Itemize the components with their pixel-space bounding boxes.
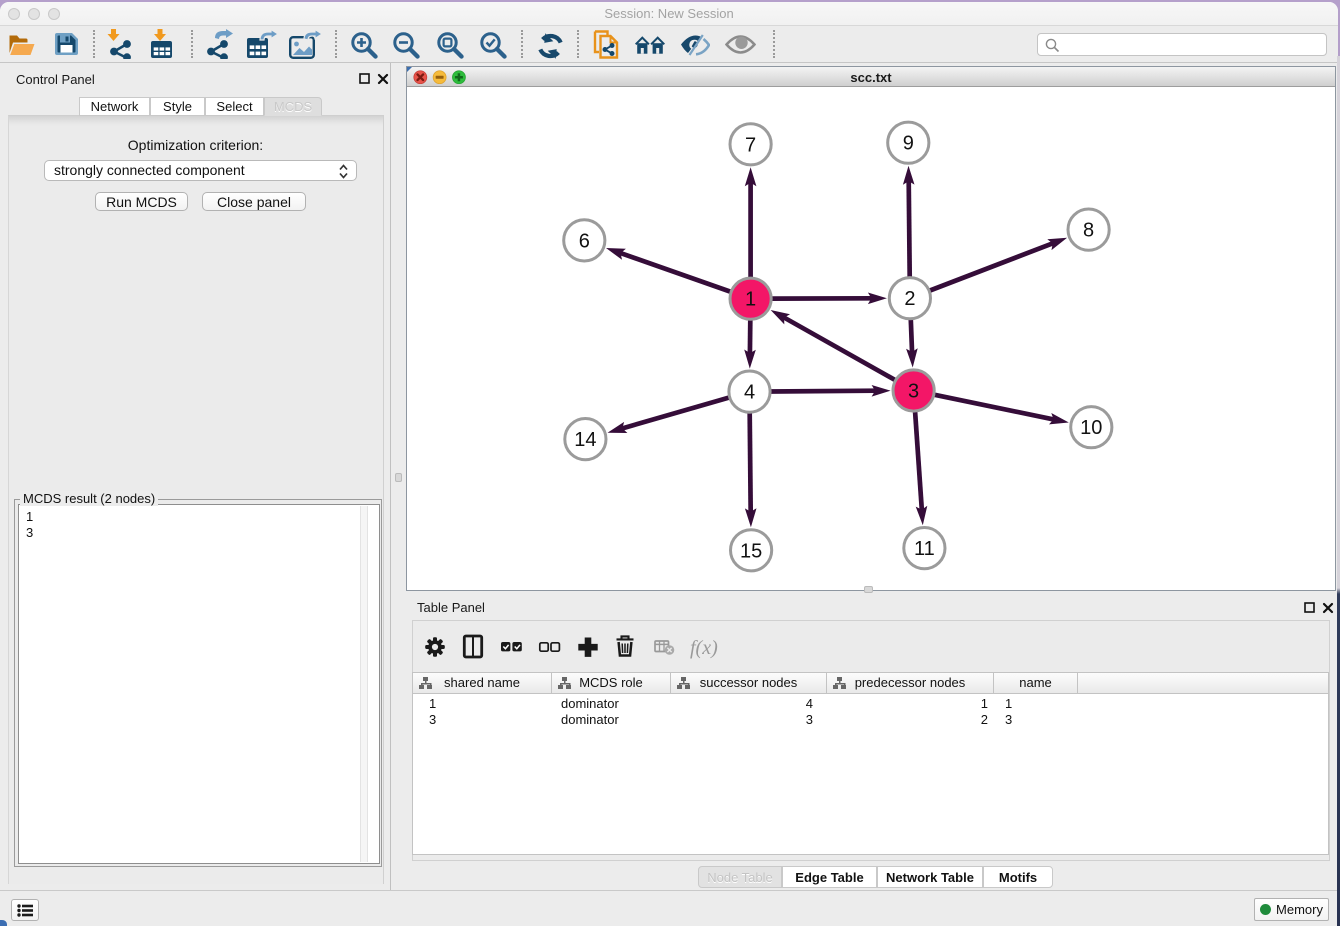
svg-text:1: 1 [745,289,756,311]
svg-text:3: 3 [908,381,919,403]
svg-text:4: 4 [744,382,755,404]
svg-text:6: 6 [579,230,590,252]
svg-text:14: 14 [574,429,596,451]
svg-text:15: 15 [740,540,762,562]
svg-text:8: 8 [1083,220,1094,242]
svg-text:f(x): f(x) [690,637,718,659]
svg-text:2: 2 [904,288,915,310]
svg-text:11: 11 [914,538,935,560]
svg-text:9: 9 [903,133,914,155]
svg-text:10: 10 [1080,417,1102,439]
svg-text:7: 7 [745,134,756,156]
